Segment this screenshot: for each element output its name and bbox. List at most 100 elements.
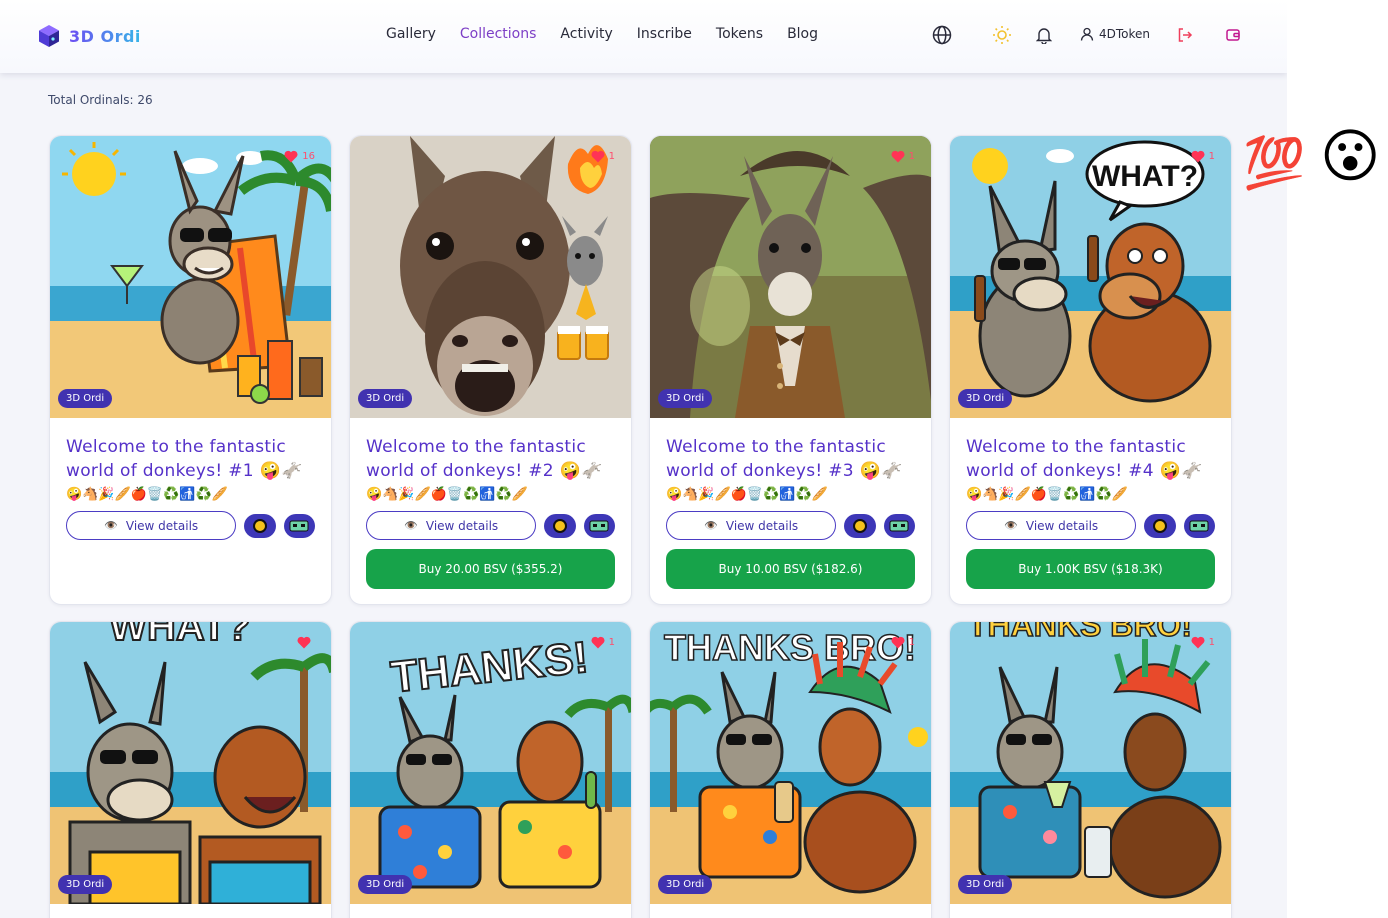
- card-image[interactable]: 1 3D Ordi: [650, 136, 931, 418]
- view-details-label: View details: [125, 518, 199, 533]
- card-image[interactable]: WHAT? 3D Ordi: [50, 622, 331, 904]
- main-nav: Gallery Collections Activity Inscribe To…: [386, 26, 818, 42]
- coin-icon: [1153, 518, 1168, 533]
- likes-count: 1: [1208, 151, 1215, 162]
- token-pill-button[interactable]: [883, 513, 916, 538]
- nav-gallery[interactable]: Gallery: [386, 26, 436, 42]
- coin-pill-button[interactable]: [844, 513, 876, 538]
- card-title[interactable]: Welcome to the fantastic world of donkey…: [650, 418, 931, 483]
- nav-tokens[interactable]: Tokens: [716, 26, 763, 42]
- card-image[interactable]: THANKS! 1 3D Ordi: [350, 622, 631, 904]
- coin-pill-button[interactable]: [1144, 513, 1176, 538]
- nav-collections[interactable]: Collections: [460, 26, 537, 42]
- heart-icon: [891, 636, 905, 649]
- wallet-icon[interactable]: [1222, 24, 1244, 46]
- card-title[interactable]: Welcome to the fantastic world of donkey…: [50, 418, 331, 483]
- card-title[interactable]: Welcome to the fantastic world of donkey…: [950, 418, 1231, 483]
- mask-icon: [589, 520, 609, 531]
- view-details-button[interactable]: 👁️ View details: [66, 511, 237, 540]
- art-headline: THANKS BRO!: [664, 627, 916, 668]
- likes-counter[interactable]: [297, 636, 315, 649]
- nav-activity[interactable]: Activity: [560, 26, 612, 42]
- collection-badge: 3D Ordi: [958, 875, 1013, 894]
- ordinal-card[interactable]: WHAT? 1 3D Ordi Welcome to the fantastic…: [949, 135, 1232, 605]
- view-details-label: View details: [425, 518, 499, 533]
- heart-icon: [1191, 150, 1205, 163]
- user-menu[interactable]: 4DToken: [1080, 27, 1150, 41]
- bell-icon[interactable]: [1033, 24, 1055, 46]
- sun-icon[interactable]: [991, 24, 1013, 46]
- hundred-points-icon: 💯: [1243, 134, 1306, 192]
- view-details-button[interactable]: 👁️ View details: [966, 511, 1137, 540]
- top-header: 3D Ordi Gallery Collections Activity Ins…: [0, 0, 1287, 73]
- nav-inscribe[interactable]: Inscribe: [637, 26, 692, 42]
- art-headline: THANKS BRO!: [968, 622, 1192, 643]
- ordinal-card[interactable]: 1 3D Ordi Welcome to the fantastic world…: [349, 135, 632, 605]
- heart-icon: [591, 150, 605, 163]
- globe-icon[interactable]: [931, 24, 953, 46]
- token-pill-button[interactable]: [283, 513, 316, 538]
- donkey-beach-chair-image: [50, 136, 331, 418]
- card-actions: 👁️ View details: [350, 505, 631, 540]
- donkey-horse-tequila-image: THANKS BRO!: [950, 622, 1231, 904]
- heart-icon: [297, 636, 311, 649]
- eye-icon: 👁️: [404, 519, 418, 532]
- likes-counter[interactable]: 1: [891, 150, 915, 163]
- coin-icon: [253, 518, 268, 533]
- ordinal-card[interactable]: WHAT? 3D Ordi: [49, 621, 332, 918]
- donkey-horse-thanks-image: THANKS!: [350, 622, 631, 904]
- card-image[interactable]: 16 3D Ordi: [50, 136, 331, 418]
- token-pill-button[interactable]: [583, 513, 616, 538]
- likes-counter[interactable]: 1: [1191, 636, 1215, 649]
- ordinal-card[interactable]: 16 3D Ordi Welcome to the fantastic worl…: [49, 135, 332, 605]
- card-title[interactable]: Welcome to the fantastic world of donkey…: [350, 418, 631, 483]
- coin-icon: [553, 518, 568, 533]
- token-pill-button[interactable]: [1183, 513, 1216, 538]
- logo-text: 3D Ordi: [69, 26, 141, 46]
- card-image[interactable]: THANKS BRO! 1 3D Ordi: [650, 622, 931, 904]
- collection-badge: 3D Ordi: [658, 389, 713, 408]
- heart-icon: [891, 150, 905, 163]
- card-image[interactable]: 1 3D Ordi: [350, 136, 631, 418]
- user-icon: [1080, 27, 1094, 41]
- donkey-surprised-photo-image: [350, 136, 631, 418]
- ordinal-card[interactable]: THANKS BRO! 1 3D Ordi: [949, 621, 1232, 918]
- ordinal-card[interactable]: THANKS! 1 3D Ordi: [349, 621, 632, 918]
- logo[interactable]: 3D Ordi: [37, 24, 141, 48]
- card-image[interactable]: THANKS BRO! 1 3D Ordi: [950, 622, 1231, 904]
- buy-button[interactable]: Buy 1.00K BSV ($18.3K): [966, 549, 1215, 589]
- heart-icon: [284, 150, 298, 163]
- heart-icon: [1191, 636, 1205, 649]
- heart-icon: [591, 636, 605, 649]
- likes-counter[interactable]: 1: [591, 150, 615, 163]
- card-actions: 👁️ View details: [50, 505, 331, 540]
- mask-icon: [289, 520, 309, 531]
- cube-logo-icon: [39, 25, 59, 47]
- view-details-button[interactable]: 👁️ View details: [666, 511, 837, 540]
- view-details-button[interactable]: 👁️ View details: [366, 511, 537, 540]
- eye-icon: 👁️: [704, 519, 718, 532]
- donkey-horse-thanks-bro-image: THANKS BRO!: [650, 622, 931, 904]
- app-window: 3D Ordi Gallery Collections Activity Ins…: [0, 0, 1287, 918]
- ordinal-card[interactable]: 1 3D Ordi Welcome to the fantastic world…: [649, 135, 932, 605]
- buy-button[interactable]: Buy 10.00 BSV ($182.6): [666, 549, 915, 589]
- nav-blog[interactable]: Blog: [787, 26, 818, 42]
- card-image[interactable]: WHAT? 1 3D Ordi: [950, 136, 1231, 418]
- donkey-horse-what-image: WHAT?: [50, 622, 331, 904]
- likes-counter[interactable]: 1: [1191, 150, 1215, 163]
- logout-icon[interactable]: [1174, 24, 1196, 46]
- likes-count: 1: [608, 151, 615, 162]
- collection-badge: 3D Ordi: [358, 875, 413, 894]
- likes-counter[interactable]: 16: [284, 150, 315, 163]
- likes-count: 1: [908, 151, 915, 162]
- likes-counter[interactable]: 1: [891, 636, 915, 649]
- card-emoji-line: 🤪🐴🎉🥖🍎🗑️♻️🚮♻️🥖: [966, 487, 1128, 502]
- ordinal-card[interactable]: THANKS BRO! 1 3D Ordi: [649, 621, 932, 918]
- coin-pill-button[interactable]: [544, 513, 576, 538]
- donkey-vest-tree-image: [650, 136, 931, 418]
- buy-button[interactable]: Buy 20.00 BSV ($355.2): [366, 549, 615, 589]
- collection-badge: 3D Ordi: [358, 389, 413, 408]
- eye-icon: 👁️: [1004, 519, 1018, 532]
- likes-counter[interactable]: 1: [591, 636, 615, 649]
- coin-pill-button[interactable]: [244, 513, 276, 538]
